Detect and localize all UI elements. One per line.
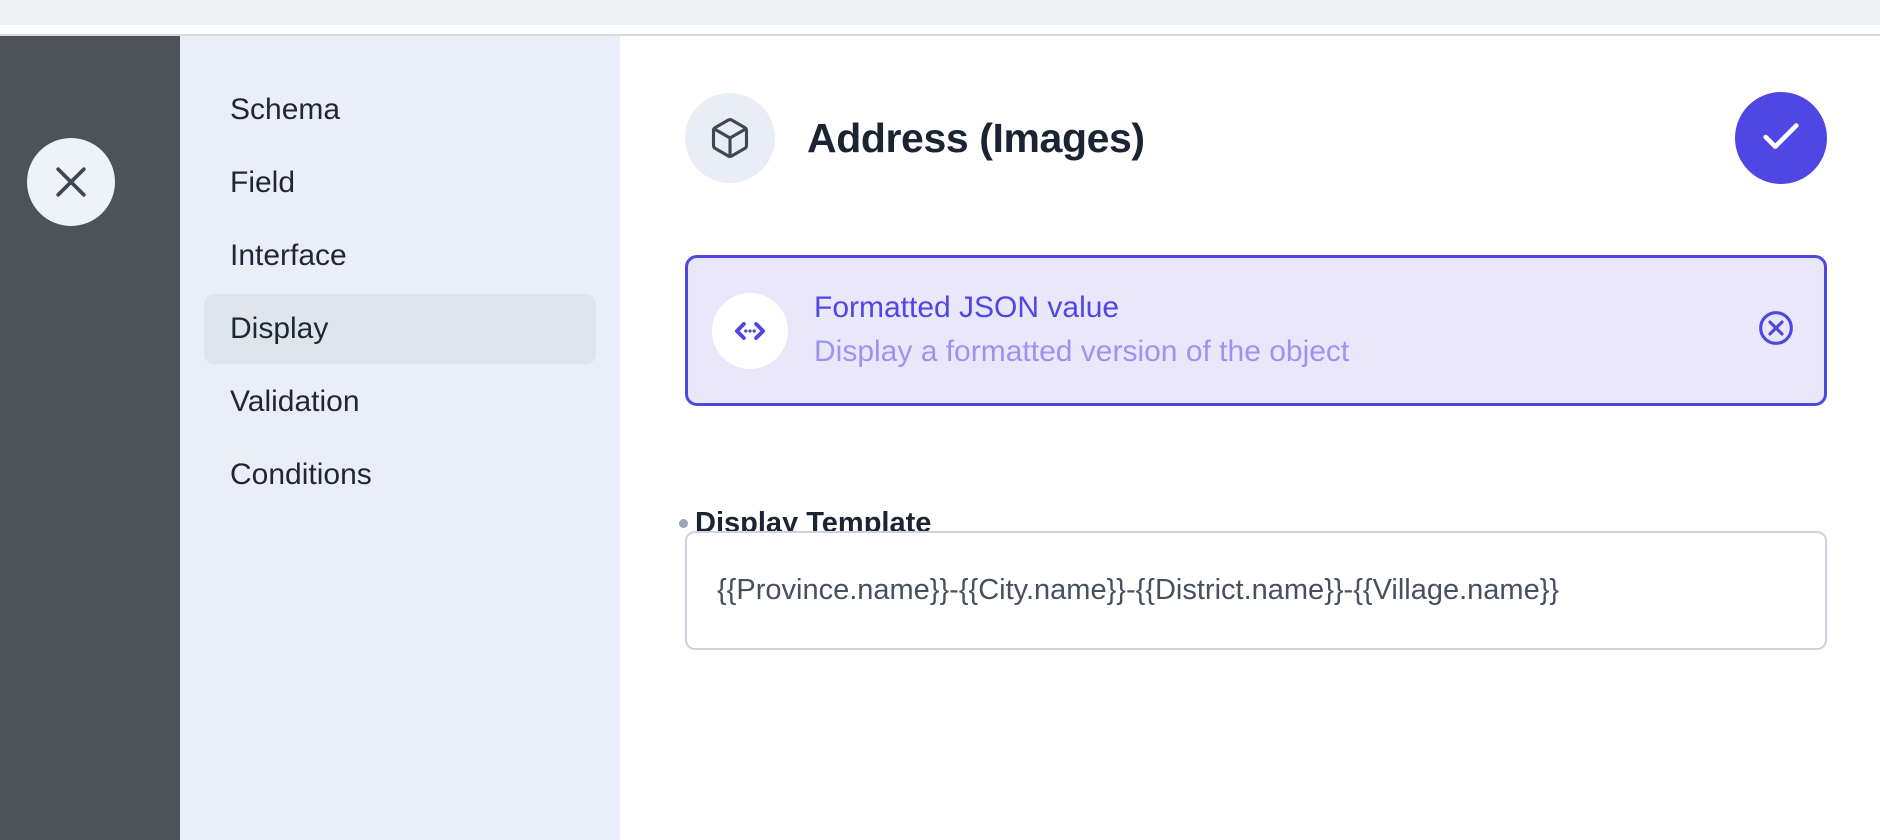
- page-title: Address (Images): [807, 114, 1145, 161]
- sidebar-item-label: Conditions: [230, 458, 372, 491]
- remove-display-option-button[interactable]: [1756, 308, 1796, 353]
- display-option-text: Formatted JSON value Display a formatted…: [814, 288, 1756, 373]
- x-icon: [49, 160, 93, 204]
- close-circle-icon: [1756, 308, 1796, 353]
- content-header: Address (Images): [685, 92, 1827, 184]
- sidebar-item-label: Schema: [230, 93, 341, 126]
- sidebar-item-field[interactable]: Field: [204, 148, 596, 218]
- check-icon: [1758, 114, 1804, 163]
- settings-nav-list: Schema Field Interface Display Validatio…: [180, 36, 620, 510]
- browser-titlebar: [0, 0, 1880, 25]
- sidebar-item-schema[interactable]: Schema: [204, 75, 596, 145]
- cube-icon: [685, 93, 775, 183]
- sidebar-item-label: Validation: [230, 385, 360, 418]
- sidebar-item-interface[interactable]: Interface: [204, 221, 596, 291]
- sidebar-item-conditions[interactable]: Conditions: [204, 440, 596, 510]
- save-button[interactable]: [1735, 92, 1827, 184]
- display-template-input[interactable]: [685, 531, 1827, 650]
- display-option-subtitle: Display a formatted version of the objec…: [814, 335, 1350, 369]
- display-option-card[interactable]: Formatted JSON value Display a formatted…: [685, 255, 1827, 406]
- field-settings-drawer: Schema Field Interface Display Validatio…: [0, 0, 1880, 840]
- sidebar-item-label: Display: [230, 312, 329, 345]
- close-drawer-button[interactable]: [27, 138, 115, 226]
- titlebar-gap: [0, 25, 1880, 34]
- settings-nav-panel: Schema Field Interface Display Validatio…: [180, 36, 620, 840]
- code-brackets-icon: [712, 292, 788, 369]
- drawer-overlay-rail: [0, 36, 180, 840]
- display-option-title: Formatted JSON value: [814, 291, 1120, 325]
- sidebar-item-label: Field: [230, 166, 296, 199]
- sidebar-item-validation[interactable]: Validation: [204, 367, 596, 437]
- settings-content: Address (Images) Formatted JSON value Di…: [620, 36, 1880, 840]
- sidebar-item-label: Interface: [230, 239, 347, 272]
- required-indicator: [679, 519, 688, 528]
- sidebar-item-display[interactable]: Display: [204, 294, 596, 364]
